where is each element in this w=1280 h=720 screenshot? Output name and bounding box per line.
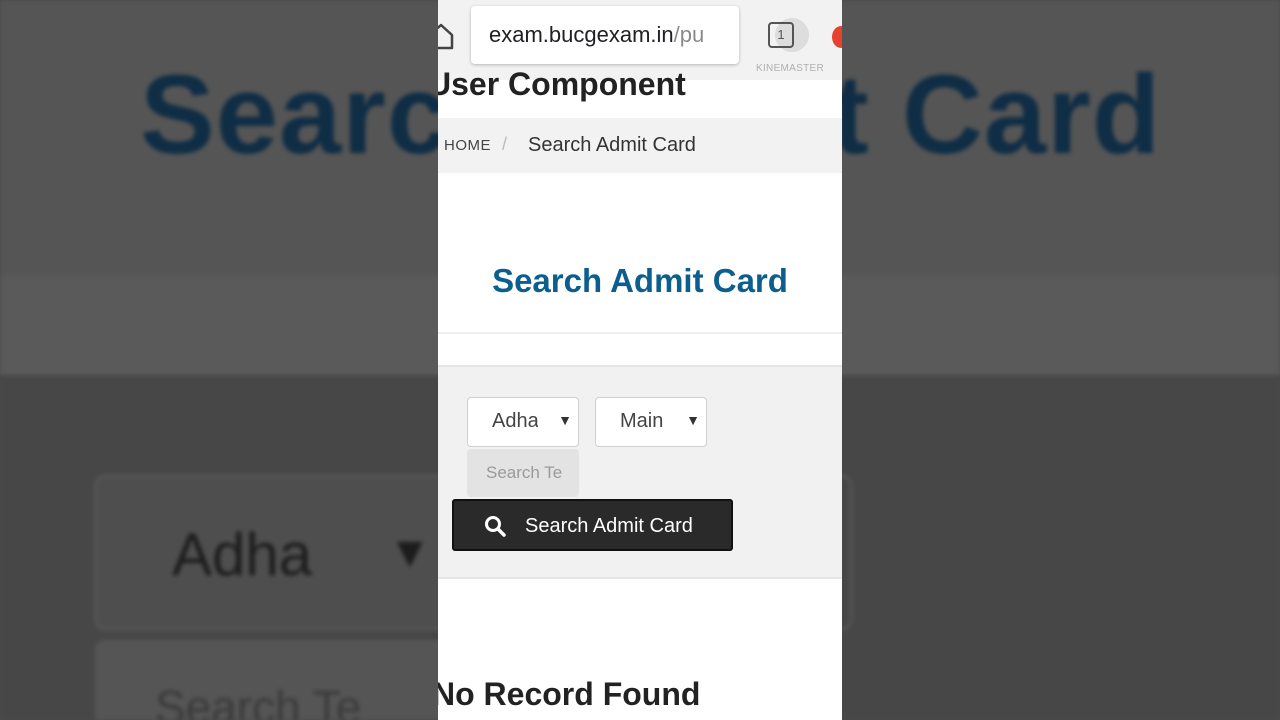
search-form: Adhaar ▼ Main ▼ Search Term Search Admit…	[438, 365, 842, 579]
page-heading: User Component	[438, 66, 686, 102]
notification-badge[interactable]	[832, 26, 842, 48]
exam-type-select-value: Main	[620, 410, 664, 432]
search-input-placeholder: Search Term	[486, 463, 562, 482]
divider	[438, 332, 842, 334]
search-button-label: Search Admit Card	[525, 515, 693, 537]
home-icon[interactable]	[438, 22, 454, 50]
search-admit-card-button[interactable]: Search Admit Card	[452, 499, 733, 551]
background-search-text: Search Te	[155, 681, 362, 720]
url-host: exam.bucgexam.in	[489, 22, 674, 47]
tabs-icon[interactable]: 1	[768, 22, 794, 48]
breadcrumb-current: Search Admit Card	[528, 134, 696, 156]
tabs-count: 1	[777, 27, 785, 42]
section-title: Search Admit Card	[492, 262, 788, 299]
chevron-down-icon: ▼	[558, 412, 572, 428]
breadcrumb: HOME / Search Admit Card	[438, 118, 842, 173]
chevron-down-icon: ▼	[686, 412, 700, 428]
search-icon	[485, 516, 506, 537]
url-bar[interactable]: exam.bucgexam.in/pu	[471, 6, 739, 64]
search-input[interactable]: Search Term	[467, 449, 579, 497]
breadcrumb-separator: /	[502, 134, 508, 154]
phone-screen: exam.bucgexam.in/pu 1 KINEMASTER User Co…	[438, 0, 842, 720]
no-record-message: No Record Found	[438, 676, 701, 712]
id-type-select[interactable]: Adhaar ▼	[467, 397, 579, 447]
background-select-arrow: ▼	[388, 528, 432, 577]
breadcrumb-home-link[interactable]: HOME	[444, 137, 491, 154]
watermark-text: KINEMASTER	[756, 63, 825, 74]
url-path: /pu	[673, 22, 705, 47]
id-type-select-value: Adhaar	[492, 410, 538, 432]
background-select-text: Adha	[172, 521, 313, 588]
exam-type-select[interactable]: Main ▼	[595, 397, 707, 447]
